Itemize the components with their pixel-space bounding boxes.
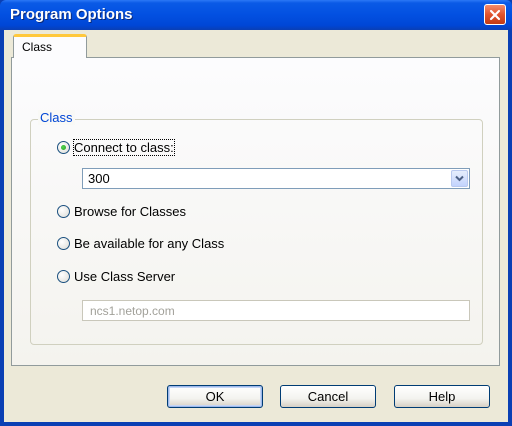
available-for-any-class-option[interactable]: Be available for any Class xyxy=(57,234,224,252)
close-button[interactable] xyxy=(484,4,506,25)
class-server-value: ncs1.netop.com xyxy=(90,304,175,318)
cancel-button[interactable]: Cancel xyxy=(280,385,376,408)
class-select[interactable]: 300 xyxy=(82,168,470,189)
title-bar[interactable]: Program Options xyxy=(0,0,512,30)
available-for-any-class-radio[interactable] xyxy=(57,236,70,250)
program-options-dialog: Program Options Class Class Connect to c… xyxy=(0,0,512,426)
use-class-server-radio[interactable] xyxy=(57,269,70,283)
use-class-server-option[interactable]: Use Class Server xyxy=(57,267,175,285)
class-server-input[interactable]: ncs1.netop.com xyxy=(82,300,470,321)
browse-for-classes-label: Browse for Classes xyxy=(74,203,186,219)
connect-to-class-radio[interactable] xyxy=(57,140,70,154)
window-title: Program Options xyxy=(10,6,133,23)
ok-button[interactable]: OK xyxy=(167,385,263,408)
class-group-title: Class xyxy=(38,110,75,125)
browse-for-classes-option[interactable]: Browse for Classes xyxy=(57,202,186,220)
use-class-server-label: Use Class Server xyxy=(74,268,176,284)
browse-for-classes-radio[interactable] xyxy=(57,204,70,218)
available-for-any-class-label: Be available for any Class xyxy=(74,235,225,251)
class-select-dropdown-button[interactable] xyxy=(451,170,468,187)
tab-class[interactable]: Class xyxy=(13,34,87,58)
help-button[interactable]: Help xyxy=(394,385,490,408)
chevron-down-icon xyxy=(455,175,464,182)
connect-to-class-label: Connect to class: xyxy=(73,138,175,156)
class-select-value: 300 xyxy=(88,171,110,186)
tab-class-label: Class xyxy=(22,40,53,54)
close-icon xyxy=(489,9,501,20)
connect-to-class-option[interactable]: Connect to class: xyxy=(57,138,175,156)
